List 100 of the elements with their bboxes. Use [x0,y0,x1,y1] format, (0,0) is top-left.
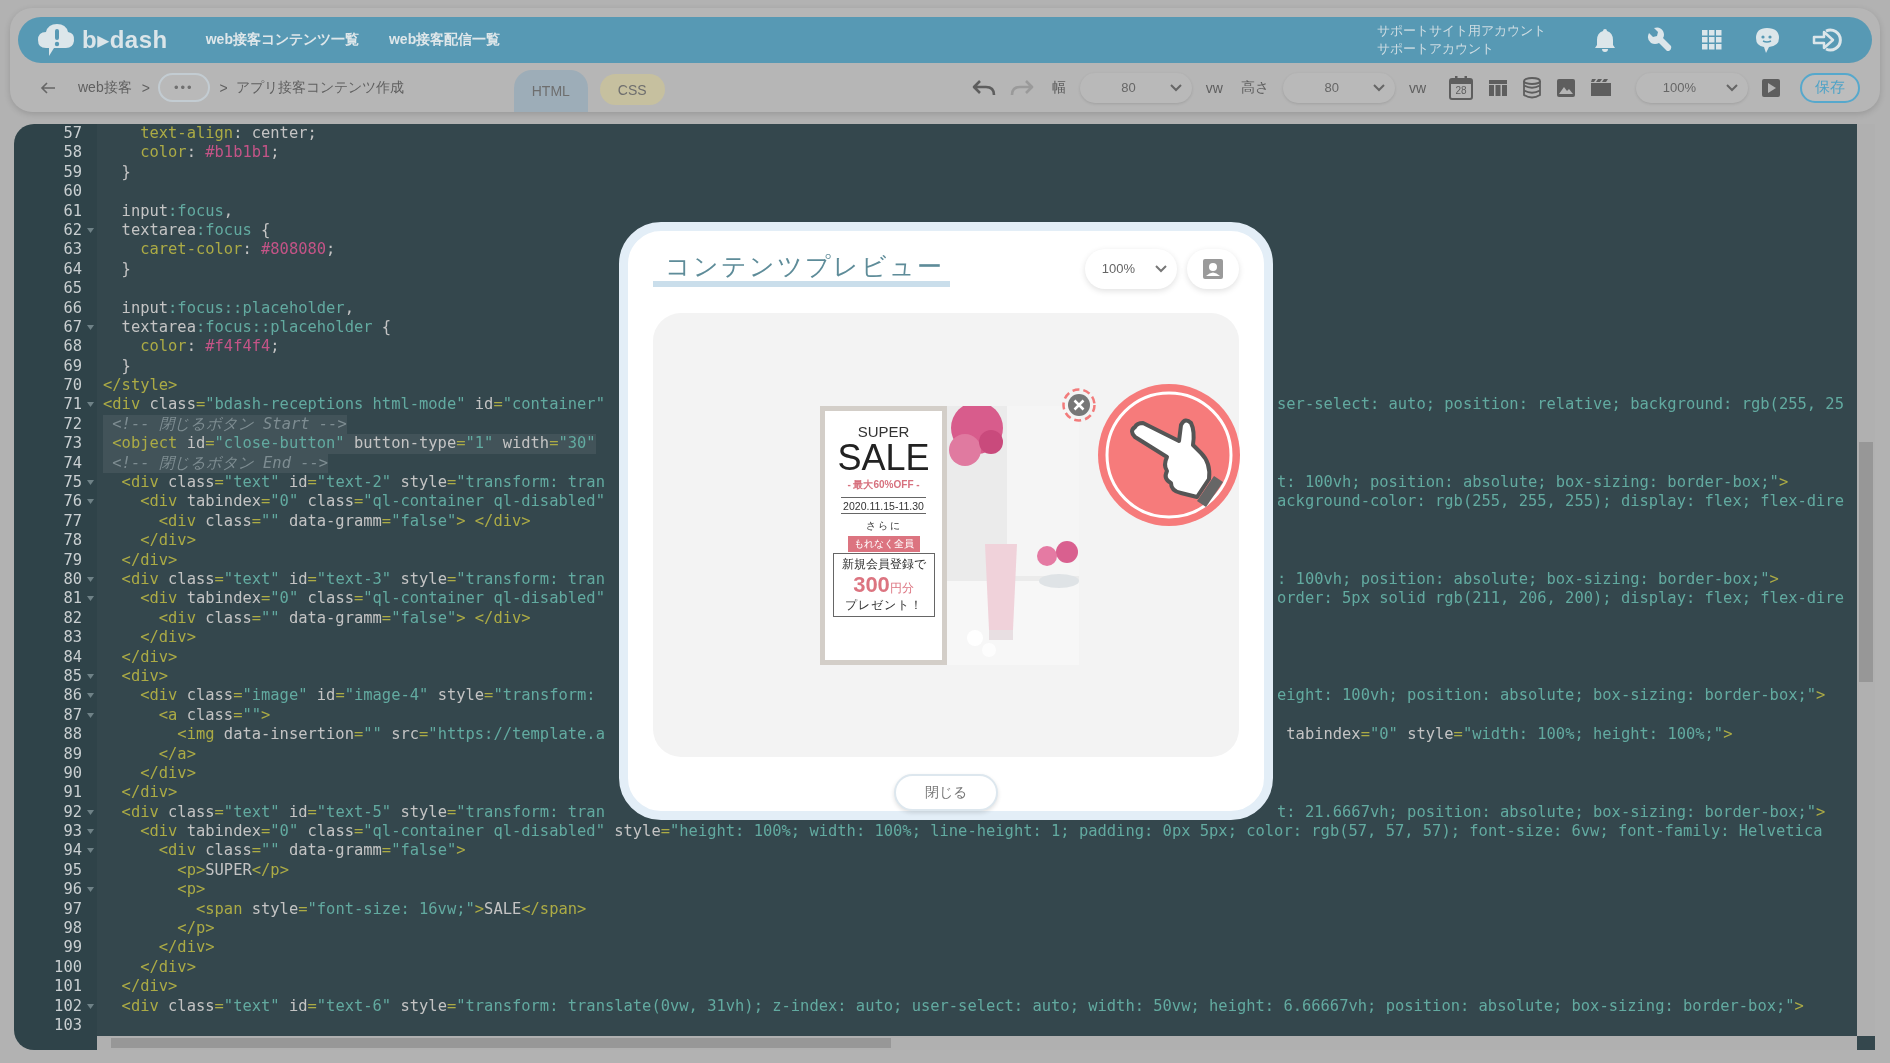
line-number: 59 [63,162,82,183]
bell-icon[interactable] [1594,28,1616,52]
line-number: 90 [63,763,82,784]
code-line: </div> [139,763,196,784]
code-line: textarea:focus { [120,220,271,241]
line-number: 66 [63,298,82,318]
film-icon[interactable] [1590,78,1612,97]
code-line: <div class="text" id="text-2" style="transform: tran [120,473,605,493]
line-number: 63 [63,240,82,260]
line-number: 69 [63,356,82,377]
line-number: 88 [63,725,82,745]
line-number: 99 [63,938,82,958]
database-icon[interactable] [1522,76,1542,99]
code-line: <div class="text" id="text-3" style="transform: tran [120,570,605,590]
code-line: <p> [176,880,206,900]
wrench-icon[interactable] [1646,27,1672,53]
fold-arrow-icon[interactable] [87,673,94,679]
nav-link[interactable]: web接客コンテンツ一覧 [205,31,359,49]
chevron-icon[interactable] [1169,83,1182,92]
scrollbar-thumb[interactable] [111,1038,891,1048]
table-icon[interactable] [1488,78,1508,97]
banner-text: 新規会員登録で [841,555,926,573]
fold-arrow-icon[interactable] [87,829,94,835]
unit-label: vw [1205,79,1223,96]
line-number: 96 [63,880,82,900]
line-number: 57 [63,124,82,144]
fold-arrow-icon[interactable] [87,402,94,408]
editor-tab[interactable]: CSS [599,74,665,105]
scrollbar-thumb[interactable] [1859,442,1873,682]
chevron-icon[interactable] [1372,83,1385,92]
fold-arrow-icon[interactable] [87,887,94,893]
line-number: 67 [63,317,82,338]
undo-icon[interactable] [971,78,996,97]
code-line: eight: 100vh; position: absolute; box-sizing: border-box;"> [1277,686,1826,706]
offer-unit: 円分 [889,579,914,597]
save-button[interactable]: 保存 [1800,72,1860,103]
line-number: 87 [63,705,82,726]
breadcrumb-link[interactable]: web接客 [78,78,132,97]
line-number: 84 [63,647,82,667]
fold-arrow-icon[interactable] [87,712,94,718]
banner-text: SUPER [857,423,910,440]
horizontal-scrollbar[interactable] [97,1036,1857,1050]
fold-arrow-icon[interactable] [87,1003,94,1009]
device-button[interactable] [1187,248,1239,289]
banner-ribbon: もれなく全員 [847,535,920,552]
code-line: <div class="bdash-receptions html-mode" id="container" [103,395,605,415]
close-button[interactable]: 閉じる [894,774,998,811]
chevron-icon[interactable] [1155,264,1167,273]
code-line: <div class="image" id="image-4" style="transform: [139,686,596,706]
calendar-button[interactable]: 28 [1448,74,1474,101]
back-arrow-icon[interactable] [40,80,56,95]
zoom-select[interactable]: 100% [1085,248,1177,289]
line-number: 76 [63,492,82,512]
grid-icon[interactable] [1702,30,1722,50]
fold-arrow-icon[interactable] [87,480,94,486]
code-line: <div tabindex="0" class="ql-container ql-disabled" [139,589,605,609]
fold-arrow-icon[interactable] [87,499,94,505]
code-line: order: 5px solid rgb(211, 206, 200); display: flex; flex-dire [1277,589,1844,609]
code-line: : 100vh; position: absolute; box-sizing: border-box;"> [1277,570,1779,590]
code-line: ser-select: auto; position: relative; background: rgb(255, 25 [1277,395,1844,415]
close-icon[interactable] [1062,387,1096,422]
code-line: t: 100vh; position: absolute; box-sizing: border-box;"> [1277,473,1789,493]
play-icon[interactable] [1762,78,1780,97]
logo-text: b▸dash [82,26,168,54]
line-number: 89 [63,744,82,764]
fold-arrow-icon[interactable] [87,596,94,602]
line-number: 91 [63,783,82,803]
image-icon[interactable] [1556,77,1576,98]
zoom-select[interactable]: 100% [1636,72,1748,103]
fold-arrow-icon[interactable] [87,227,94,233]
account-name: サポートアカウント [1377,40,1495,58]
line-number: 101 [54,977,82,997]
height-select[interactable]: 80 [1282,72,1395,103]
code-line: <p>SUPER</p> [176,860,289,881]
editor-tab[interactable]: HTML [513,70,588,112]
chevron-icon[interactable] [1726,83,1738,92]
account-site-text: サポートサイト用アカウント [1377,22,1546,40]
fold-arrow-icon[interactable] [87,324,94,330]
breadcrumb-current: アプリ接客コンテンツ作成 [235,78,404,97]
width-select[interactable]: 80 [1079,72,1192,103]
exit-icon[interactable] [1812,27,1842,53]
line-number: 62 [63,220,82,241]
code-line: </style> [103,376,178,396]
code-line: } [120,259,131,280]
line-number: 60 [63,182,82,202]
code-line: </div> [139,628,196,648]
code-line: ackground-color: rgb(255, 255, 255); display: flex; flex-dire [1277,492,1844,512]
breadcrumb-separator: > [219,79,228,96]
code-line: input:focus::placeholder, [120,298,354,318]
fold-arrow-icon[interactable] [87,693,94,699]
redo-icon[interactable] [1009,78,1034,97]
more-button[interactable]: ••• [157,73,210,102]
code-line: </a> [157,744,196,764]
fold-arrow-icon[interactable] [87,848,94,854]
line-number: 102 [54,996,82,1016]
fold-arrow-icon[interactable] [87,577,94,582]
code-line: color: #b1b1b1; [139,143,280,163]
nav-link[interactable]: web接客配信一覧 [388,31,501,49]
fold-arrow-icon[interactable] [87,809,94,815]
cloud-logo-icon [36,22,76,58]
